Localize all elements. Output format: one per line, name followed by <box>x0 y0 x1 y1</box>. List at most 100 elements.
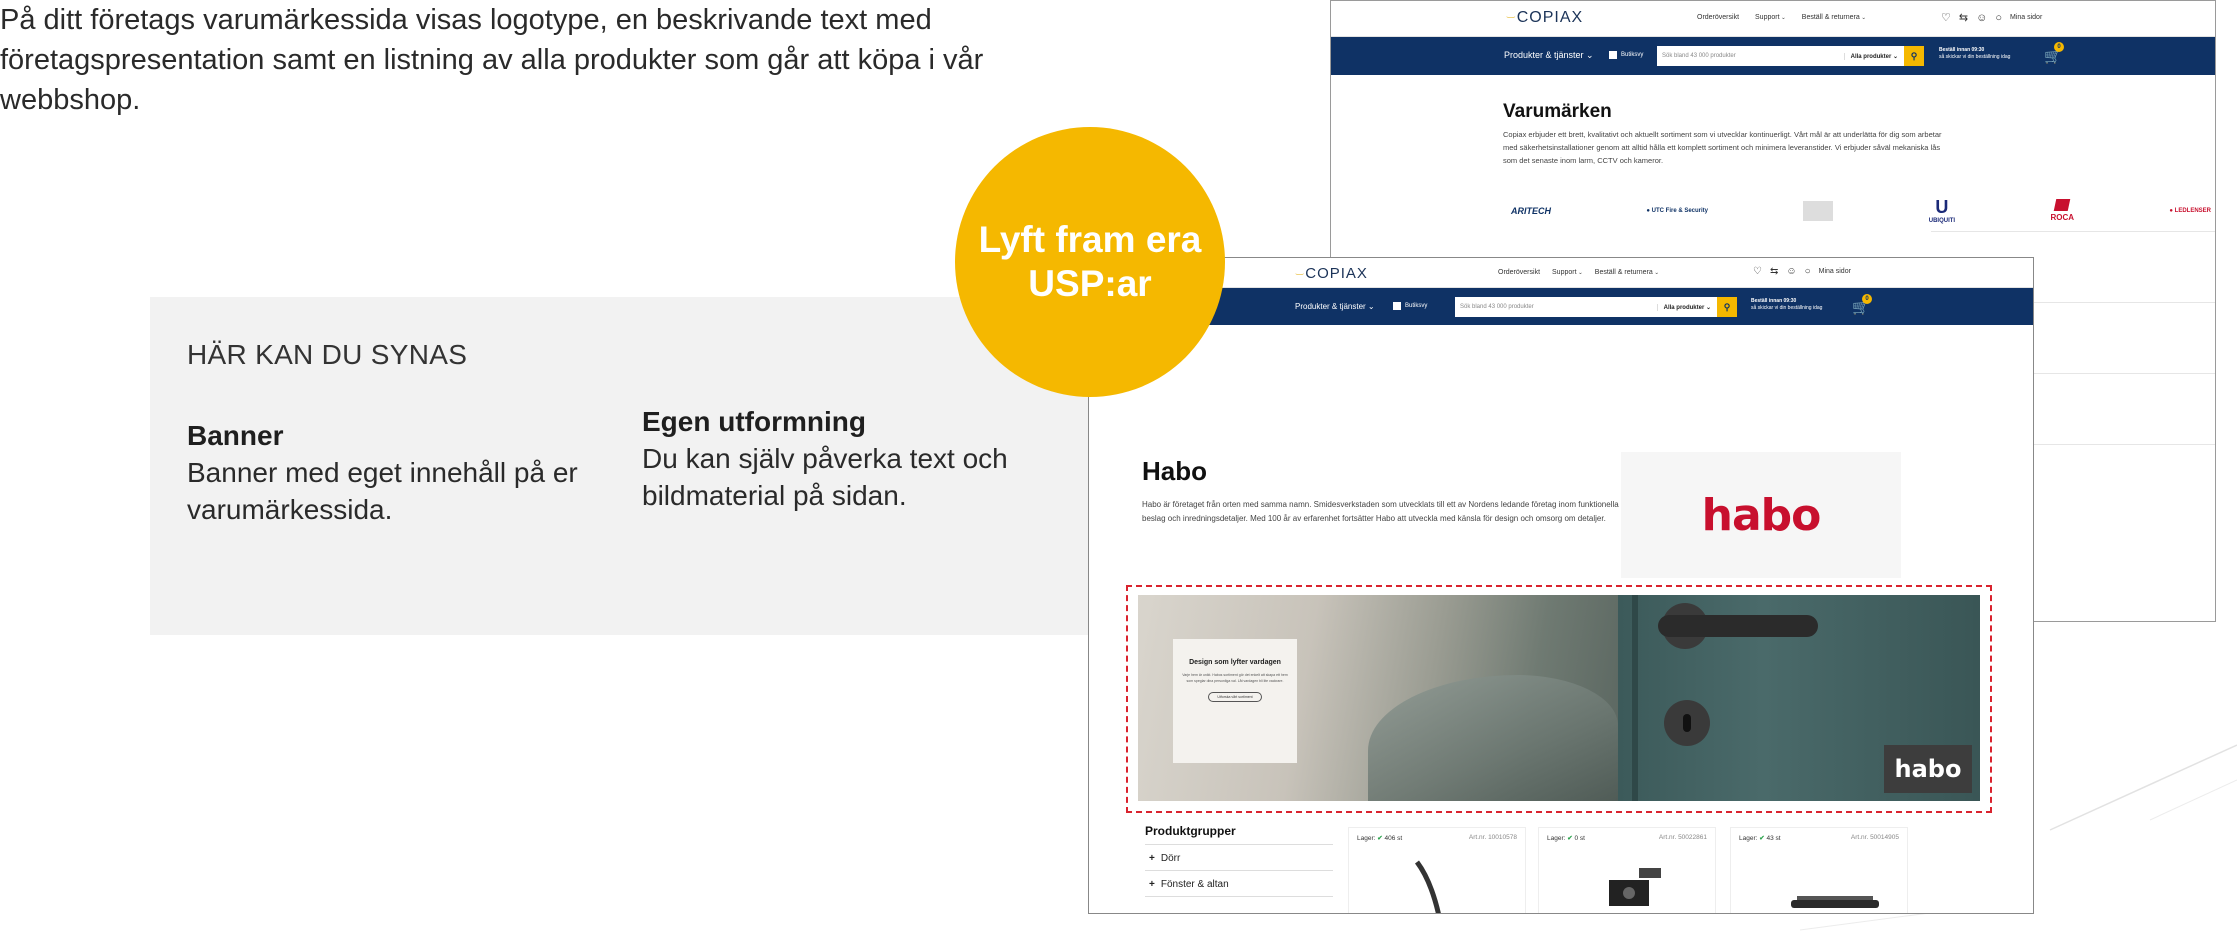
door-handle <box>1658 615 1818 637</box>
heart-icon[interactable]: ♡ <box>1941 11 1951 24</box>
store-toggle[interactable]: Butiksvy <box>1609 51 1643 59</box>
banner-text-card: Design som lyfter vardagen Varje hem är … <box>1173 639 1297 763</box>
feature-custom-design: Egen utformning Du kan själv påverka tex… <box>642 403 1082 514</box>
cart-icon[interactable]: 🛒 0 <box>2044 42 2064 65</box>
store-checkbox[interactable] <box>1393 302 1401 310</box>
brand-page-screenshot: ‿COPIAX Orderöversikt Support Beställ & … <box>1088 257 2034 914</box>
product-groups-title: Produktgrupper <box>1145 824 1333 845</box>
brands-description: Copiax erbjuder ett brett, kvalitativt o… <box>1503 130 1942 165</box>
brand-logo-roca[interactable]: ROCA <box>2050 199 2074 222</box>
order-overview-link[interactable]: Orderöversikt <box>1697 14 1739 21</box>
usp-badge: Lyft fram era USP:ar <box>955 127 1225 397</box>
feature-title: Egen utformning <box>642 406 866 437</box>
product-group-item[interactable]: Fönster & altan <box>1145 871 1333 897</box>
search-placeholder: Sök bland 43 000 produkter <box>1662 53 1736 59</box>
keyhole-escutcheon <box>1664 700 1710 746</box>
compare-icon[interactable]: ⇆ <box>1770 266 1778 277</box>
habo-logo: habo <box>1701 489 1822 541</box>
banner-heading: Design som lyfter vardagen <box>1189 659 1281 666</box>
search-button[interactable]: ⚲ <box>1717 297 1737 317</box>
brand-banner[interactable]: habo Design som lyfter vardagen Varje he… <box>1138 595 1980 801</box>
banner-cta-button[interactable]: Utforska vårt sortiment <box>1208 692 1262 702</box>
search-input[interactable]: Sök bland 43 000 produkter Alla produkte… <box>1455 297 1717 317</box>
door-edge <box>1632 595 1638 801</box>
product-card[interactable]: Lager: ✔ 406 st Art.nr. 10010578 <box>1349 828 1525 913</box>
brand-logo-ledlenser[interactable]: ● LEDLENSER <box>2169 208 2211 214</box>
product-groups: Produktgrupper Dörr Fönster & altan <box>1145 824 1333 897</box>
brand-description: Habo är företaget från orten med samma n… <box>1142 500 1619 523</box>
top-links: Orderöversikt Support Beställ & returner… <box>1498 269 1671 276</box>
brand-logo-placeholder[interactable] <box>1803 200 1834 221</box>
stock-ok-icon: ✔ <box>1567 835 1573 842</box>
header-icons: ♡ ⇆ ☺ ○ Mina sidor <box>1941 11 2050 25</box>
stock-value: 43 st <box>1766 835 1781 842</box>
product-group-item[interactable]: Dörr <box>1145 845 1333 871</box>
top-links: Orderöversikt Support Beställ & returner… <box>1697 14 1882 21</box>
brand-logo-utc[interactable]: ● UTC Fire & Security <box>1646 208 1708 214</box>
order-return-link[interactable]: Beställ & returnera <box>1802 14 1866 21</box>
account-link[interactable]: Mina sidor <box>2010 14 2042 21</box>
search-icon: ⚲ <box>1723 301 1731 312</box>
article-number: Art.nr. 50014905 <box>1850 834 1899 841</box>
search-icon: ⚲ <box>1910 50 1918 61</box>
header-icons: ♡ ⇆ ☺ ○ Mina sidor <box>1753 266 1859 277</box>
products-menu[interactable]: Produkter & tjänster ⌄ <box>1504 50 1594 61</box>
feature-text: Du kan själv påverka text och bildmateri… <box>642 443 1008 511</box>
order-return-link[interactable]: Beställ & returnera <box>1595 269 1659 276</box>
product-card[interactable]: Lager: ✔ 0 st Art.nr. 50022861 <box>1539 828 1715 913</box>
support-link[interactable]: Support <box>1755 14 1786 21</box>
panel-heading: HÄR KAN DU SYNAS <box>187 339 468 370</box>
stock-ok-icon: ✔ <box>1377 835 1383 842</box>
compare-icon[interactable]: ⇆ <box>1959 11 1968 24</box>
search-category-select[interactable]: Alla produkter ⌄ <box>1843 52 1904 60</box>
article-number: Art.nr. 10010578 <box>1468 834 1517 841</box>
stock-value: 406 st <box>1384 835 1403 842</box>
search-placeholder: Sök bland 43 000 produkter <box>1460 304 1534 310</box>
stock-value: 0 st <box>1574 835 1585 842</box>
product-image-handle <box>1414 860 1441 913</box>
site-header: ‿COPIAX Orderöversikt Support Beställ & … <box>1089 258 2033 288</box>
products-menu[interactable]: Produkter & tjänster ⌄ <box>1295 302 1375 311</box>
site-header: ‿COPIAX Orderöversikt Support Beställ & … <box>1331 1 2215 37</box>
feature-panel: HÄR KAN DU SYNAS Banner Banner med eget … <box>150 297 1110 635</box>
feature-banner: Banner Banner med eget innehåll på er va… <box>187 417 607 528</box>
search-button[interactable]: ⚲ <box>1904 46 1924 66</box>
brand-logo-row: ARITECH ● UTC Fire & Security U UBIQUITI … <box>1511 197 2211 224</box>
usp-badge-line1: Lyft fram era <box>978 219 1202 260</box>
user-add-icon[interactable]: ☺ <box>1786 266 1796 277</box>
stock-ok-icon: ✔ <box>1759 835 1765 842</box>
brand-title: Habo <box>1142 456 1207 486</box>
copiax-logo[interactable]: ‿COPIAX <box>1296 265 1368 282</box>
banner-photo-door: habo <box>1618 595 1980 801</box>
brand-logo-aritech[interactable]: ARITECH <box>1511 206 1551 216</box>
main-navbar: Produkter & tjänster ⌄ Butiksvy Sök blan… <box>1331 37 2215 75</box>
product-image-lock <box>1609 868 1661 906</box>
order-overview-link[interactable]: Orderöversikt <box>1498 269 1540 276</box>
store-toggle[interactable]: Butiksvy <box>1393 302 1427 310</box>
order-cutoff-info: Beställ innan 09:30 så skickar vi din bes… <box>1751 298 1823 311</box>
product-image-pull <box>1791 896 1879 908</box>
copiax-logo[interactable]: ‿COPIAX <box>1507 8 1583 27</box>
brand-logo-box: habo <box>1621 452 1901 578</box>
banner-text: Varje hem är unikt. Habos sortiment gör … <box>1182 673 1288 683</box>
intro-text: På ditt företags varumärkessida visas lo… <box>0 4 984 116</box>
user-icon[interactable]: ○ <box>1995 12 2002 24</box>
brands-title: Varumärken <box>1503 101 1612 122</box>
feature-title: Banner <box>187 420 284 451</box>
account-link[interactable]: Mina sidor <box>1819 268 1851 275</box>
search-input[interactable]: Sök bland 43 000 produkter Alla produkte… <box>1657 46 1904 66</box>
order-cutoff-info: Beställ innan 09:30 så skickar vi din bes… <box>1939 47 2011 60</box>
cart-icon[interactable]: 🛒 0 <box>1852 294 1872 316</box>
main-navbar: Produkter & tjänster ⌄ Butiksvy Sök blan… <box>1089 288 2033 325</box>
product-card[interactable]: Lager: ✔ 43 st Art.nr. 50014905 <box>1731 828 1907 913</box>
support-link[interactable]: Support <box>1552 269 1583 276</box>
cart-count: 0 <box>2054 42 2064 52</box>
feature-text: Banner med eget innehåll på er varumärke… <box>187 457 578 525</box>
heart-icon[interactable]: ♡ <box>1753 266 1762 277</box>
article-number: Art.nr. 50022861 <box>1658 834 1707 841</box>
store-checkbox[interactable] <box>1609 51 1617 59</box>
brand-logo-ubiquiti[interactable]: U UBIQUITI <box>1929 197 1955 224</box>
user-icon[interactable]: ○ <box>1805 266 1811 277</box>
user-add-icon[interactable]: ☺ <box>1976 12 1987 24</box>
search-category-select[interactable]: Alla produkter ⌄ <box>1656 303 1717 311</box>
